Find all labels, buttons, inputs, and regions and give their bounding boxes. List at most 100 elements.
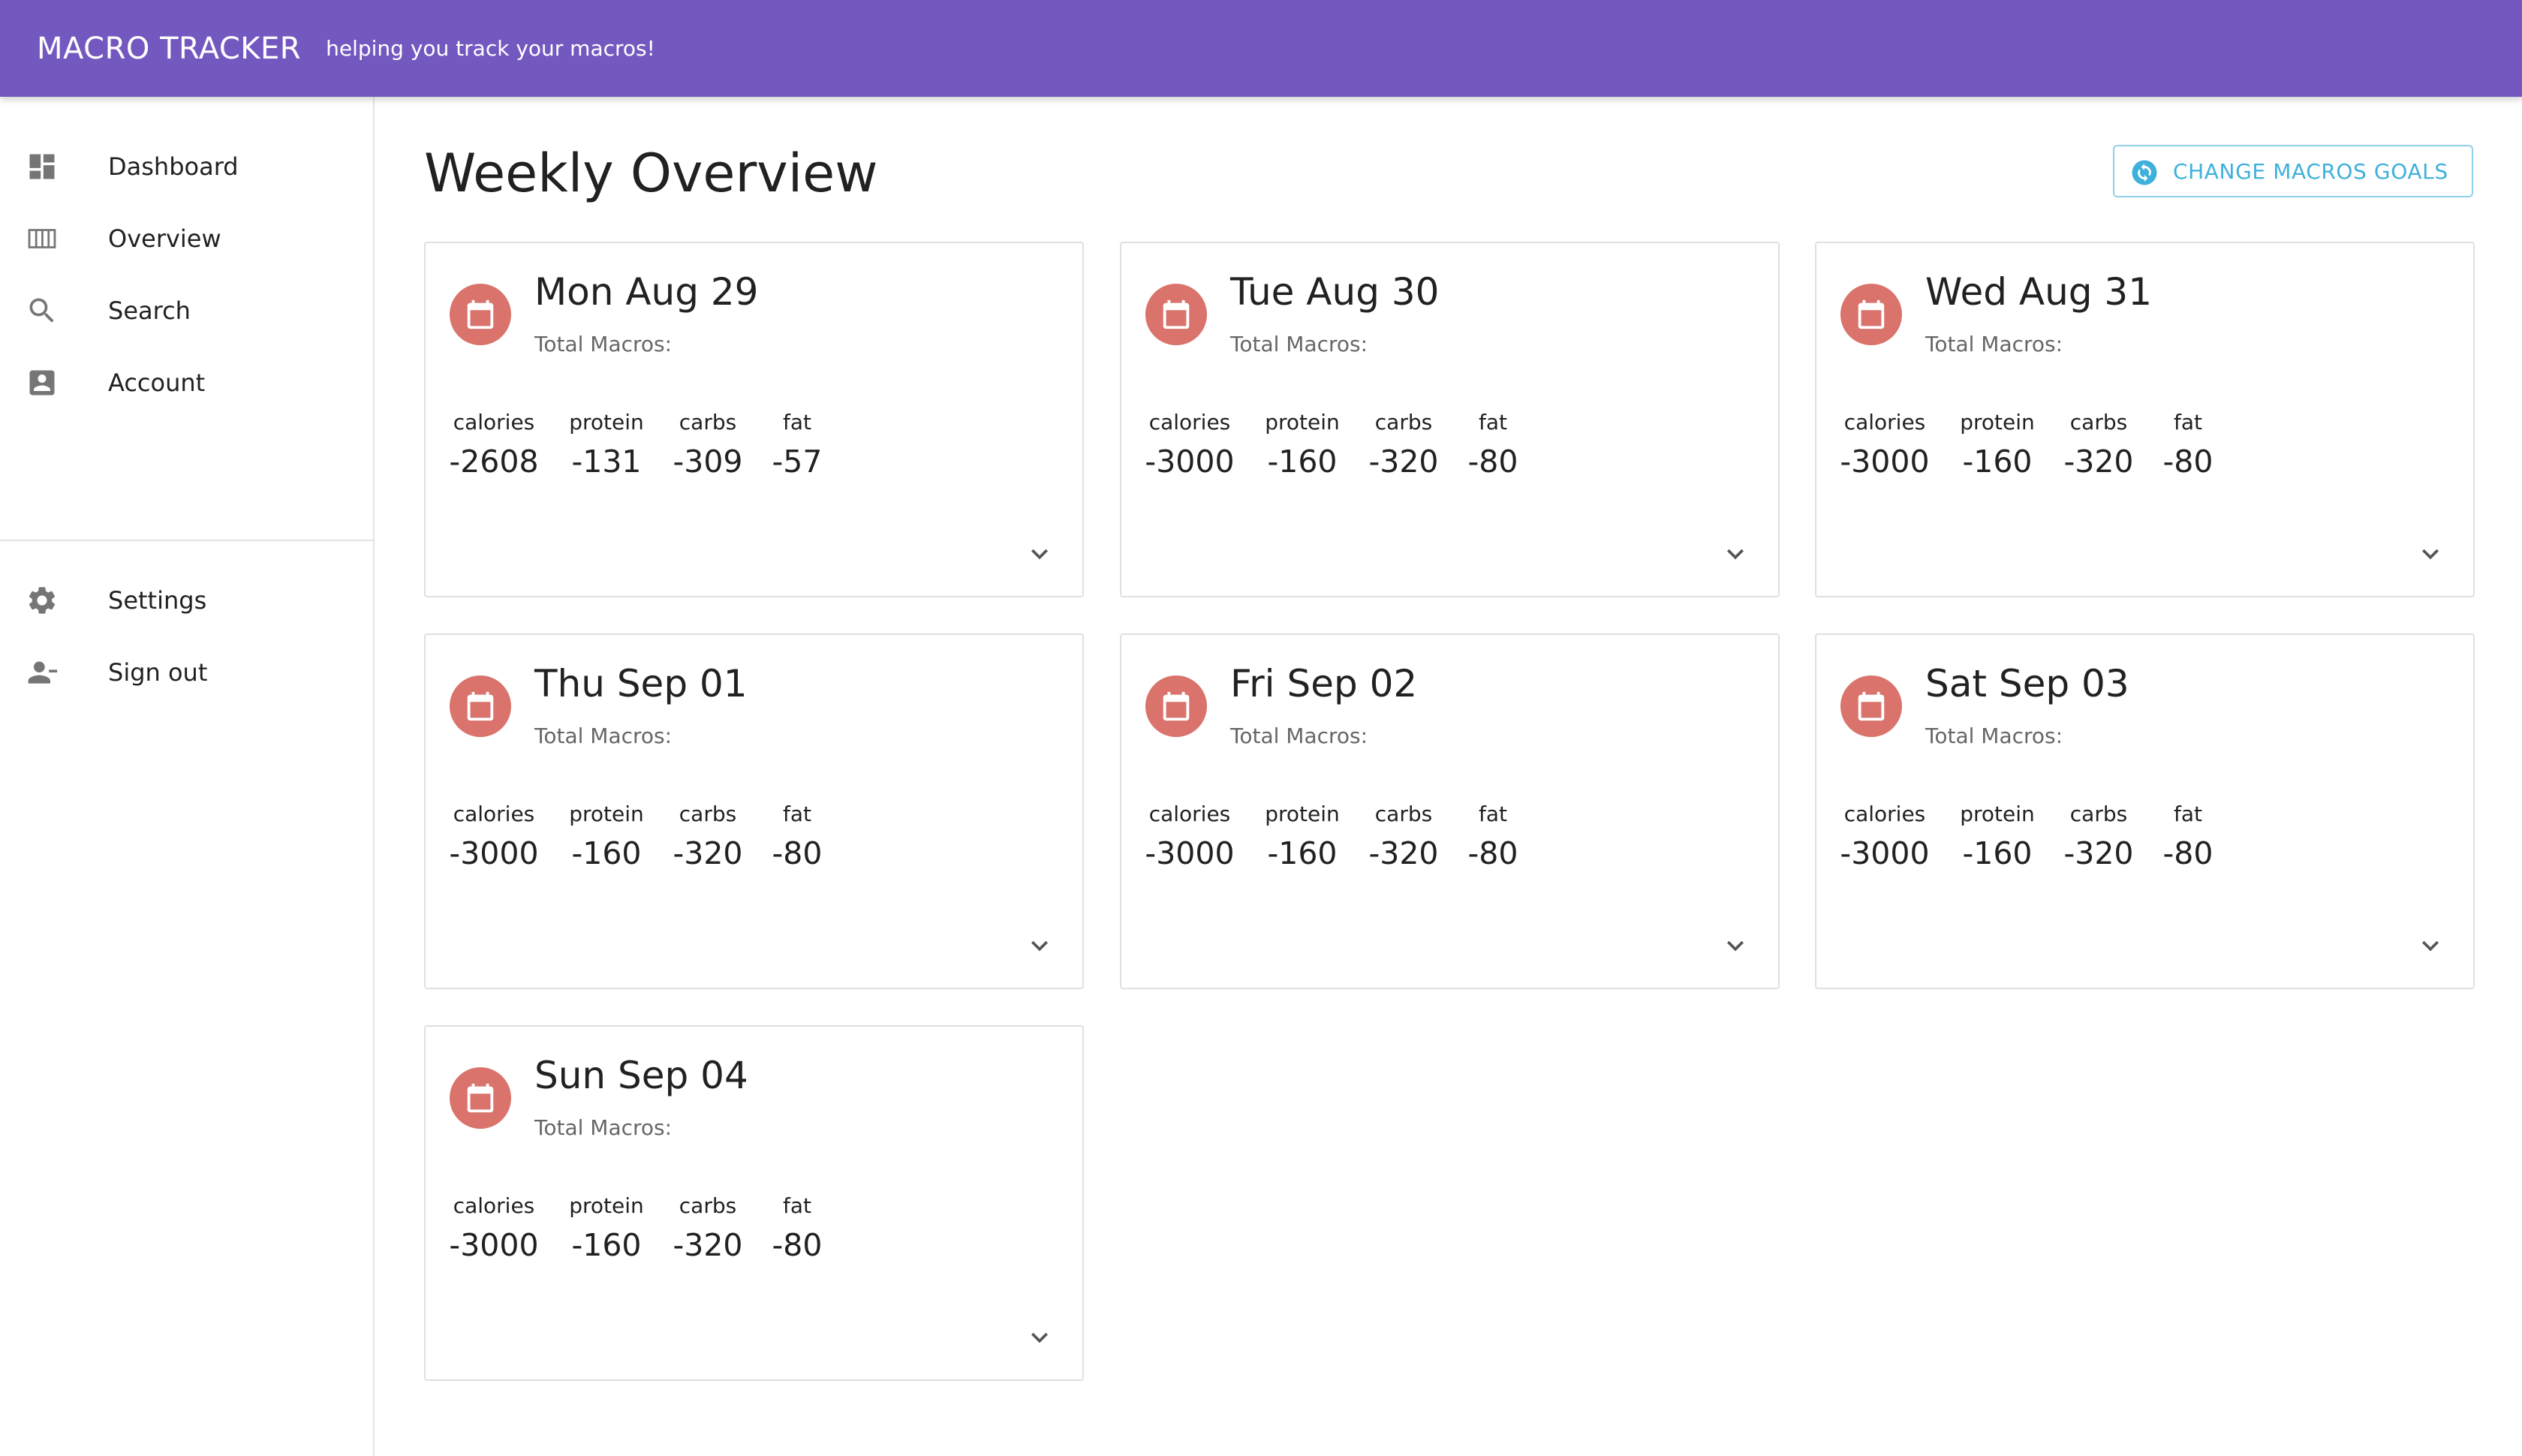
calendar-icon [463,689,498,723]
sidebar-item-label: Dashboard [108,152,239,181]
calendar-avatar [450,1067,511,1129]
expand-button[interactable] [2414,537,2447,570]
calendar-avatar [450,675,511,737]
expand-button[interactable] [1719,929,1752,962]
macro-label: fat [783,802,811,826]
calendar-icon [1159,689,1193,723]
macro-value: -80 [772,1227,823,1263]
day-title: Tue Aug 30 [1230,270,1440,314]
macro-label: calories [1843,410,1926,435]
sync-icon [2132,160,2157,185]
macro-value: -80 [772,835,823,871]
calendar-avatar [1840,284,1902,345]
macro-label: fat [2174,802,2202,826]
calendar-icon [463,297,498,332]
macro-fat: fat -80 [737,802,857,871]
macro-calories: calories -2608 [434,410,554,480]
day-title: Sun Sep 04 [534,1054,748,1097]
calendar-avatar [1840,675,1902,737]
macro-calories: calories -3000 [434,1193,554,1263]
macro-calories: calories -3000 [1825,410,1945,480]
calendar-icon [1159,297,1193,332]
macro-value: -3000 [1145,835,1235,871]
macro-label: fat [2174,410,2202,435]
sidebar-item-dashboard[interactable]: Dashboard [0,131,373,203]
search-icon [26,294,59,327]
macro-label: calories [1148,410,1231,435]
chevron-down-icon [1023,537,1056,570]
day-card: Sat Sep 03 Total Macros: calories -3000 prot… [1815,633,2475,989]
macro-value: -3000 [1840,835,1930,871]
macro-calories: calories -3000 [1130,410,1250,480]
chevron-down-icon [2414,929,2447,962]
calendar-icon [1854,297,1888,332]
sidebar-item-sign-out[interactable]: Sign out [0,636,373,708]
macro-value: -80 [1467,444,1518,480]
sidebar-item-label: Account [108,369,206,397]
calendar-icon [463,1081,498,1115]
app-title: MACRO TRACKER [37,31,302,66]
sidebar-item-overview[interactable]: Overview [0,203,373,275]
macro-label: fat [1479,802,1507,826]
day-title: Mon Aug 29 [534,270,759,314]
app-subtitle: helping you track your macros! [326,36,655,61]
day-card: Mon Aug 29 Total Macros: calories -2608 prot… [424,242,1084,597]
expand-button[interactable] [2414,929,2447,962]
macro-value: -3000 [1840,444,1930,480]
macro-value: -80 [2162,444,2214,480]
macro-label: calories [453,1193,535,1218]
person-remove-icon [26,656,59,689]
sidebar-item-account[interactable]: Account [0,347,373,419]
macro-fat: fat -80 [1433,410,1553,480]
macro-fat: fat -80 [2128,410,2248,480]
day-subtitle: Total Macros: [534,723,673,748]
expand-button[interactable] [1719,537,1752,570]
calendar-avatar [1145,675,1207,737]
chevron-down-icon [1023,1321,1056,1354]
day-card: Thu Sep 01 Total Macros: calories -3000 prot… [424,633,1084,989]
chevron-down-icon [1023,929,1056,962]
chevron-down-icon [1719,929,1752,962]
calendar-avatar [450,284,511,345]
day-title: Wed Aug 31 [1925,270,2153,314]
expand-button[interactable] [1023,1321,1056,1354]
macro-value: -80 [2162,835,2214,871]
day-card: Sun Sep 04 Total Macros: calories -3000 prot… [424,1025,1084,1381]
sidebar-item-search[interactable]: Search [0,275,373,347]
sidebar-item-settings[interactable]: Settings [0,564,373,636]
view-week-icon [26,222,59,255]
macro-label: calories [1843,802,1926,826]
change-macros-goals-button[interactable]: CHANGE MACROS GOALS [2113,145,2473,197]
sidebar-item-label: Overview [108,224,221,253]
goals-button-label: CHANGE MACROS GOALS [2173,158,2448,184]
macro-value: -80 [1467,835,1518,871]
macro-fat: fat -80 [737,1193,857,1263]
macro-label: fat [783,1193,811,1218]
page-title: Weekly Overview [424,143,878,204]
macro-value: -3000 [449,1227,539,1263]
calendar-icon [1854,689,1888,723]
macro-calories: calories -3000 [1130,802,1250,871]
dashboard-icon [26,150,59,183]
day-subtitle: Total Macros: [534,1115,673,1140]
expand-button[interactable] [1023,929,1056,962]
macro-value: -2608 [449,444,539,480]
day-card: Wed Aug 31 Total Macros: calories -3000 prot… [1815,242,2475,597]
macro-calories: calories -3000 [434,802,554,871]
account-box-icon [26,366,59,399]
day-subtitle: Total Macros: [534,332,673,356]
day-subtitle: Total Macros: [1230,723,1368,748]
macro-value: -3000 [1145,444,1235,480]
expand-button[interactable] [1023,537,1056,570]
day-subtitle: Total Macros: [1230,332,1368,356]
day-subtitle: Total Macros: [1925,723,2063,748]
macro-value: -3000 [449,835,539,871]
sidebar-item-label: Settings [108,586,207,615]
app-bar: MACRO TRACKER helping you track your mac… [0,0,2522,97]
macro-label: calories [1148,802,1231,826]
gear-icon [26,584,59,617]
sidebar-divider [0,540,373,541]
day-title: Sat Sep 03 [1925,662,2129,705]
macro-fat: fat -80 [2128,802,2248,871]
calendar-avatar [1145,284,1207,345]
